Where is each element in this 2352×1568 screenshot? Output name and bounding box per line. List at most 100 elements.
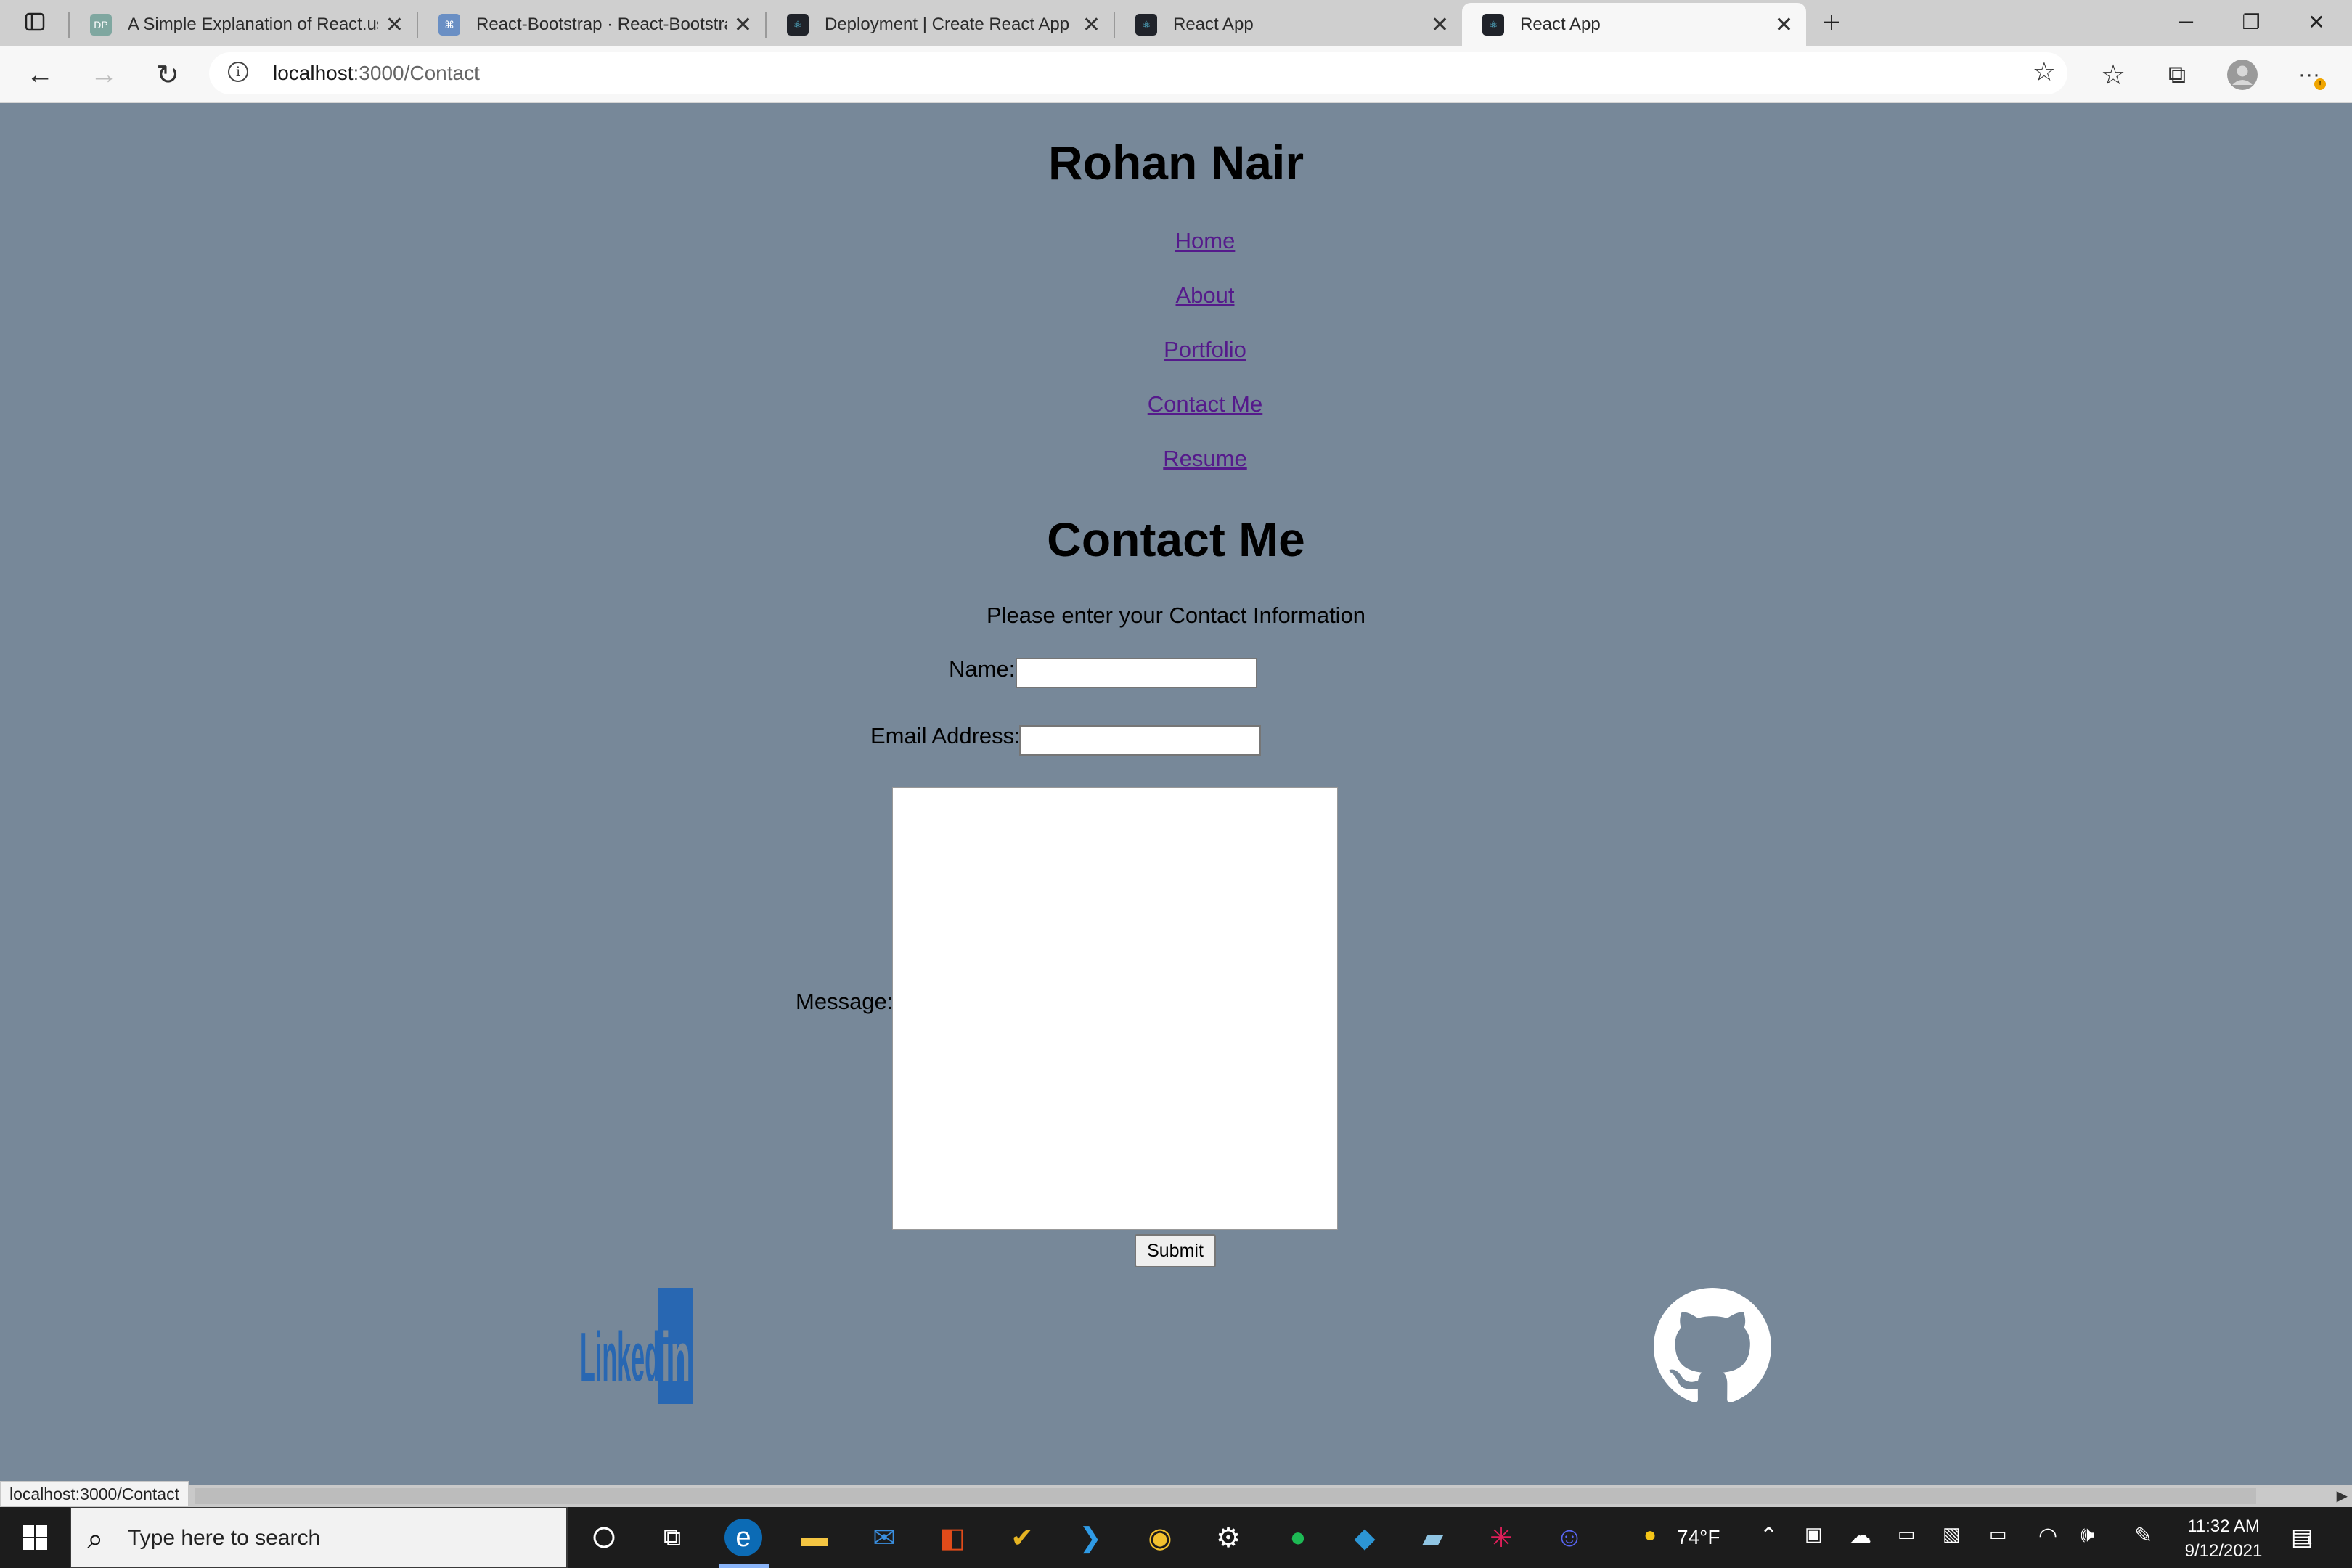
- search-placeholder: Type here to search: [128, 1526, 321, 1550]
- info-icon[interactable]: i: [228, 62, 248, 82]
- pen-icon[interactable]: ✎: [2134, 1523, 2152, 1548]
- tab-title: Deployment | Create React App: [825, 15, 1070, 34]
- add-favorite-icon[interactable]: ☆: [2033, 57, 2056, 87]
- notepad-icon[interactable]: ▰: [1413, 1517, 1453, 1558]
- taskbar-search[interactable]: ⌕ Type here to search: [70, 1507, 568, 1568]
- edge-icon[interactable]: e: [724, 1519, 762, 1556]
- tab-title: React App: [1173, 15, 1254, 34]
- clock-time: 11:32 AM: [2187, 1516, 2260, 1536]
- active-app-indicator: [719, 1564, 769, 1568]
- tab-strip: DP A Simple Explanation of React.us ✕ ⌘ …: [0, 0, 2352, 46]
- chrome-icon[interactable]: ◉: [1140, 1517, 1180, 1558]
- github-icon: [1654, 1288, 1771, 1403]
- submit-button[interactable]: Submit: [1135, 1234, 1216, 1267]
- close-tab-icon[interactable]: ✕: [734, 12, 752, 38]
- message-label: Message:: [796, 989, 894, 1014]
- nav-links: Home About Portfolio Contact Me Resume: [0, 228, 2352, 500]
- minimize-icon[interactable]: ─: [2153, 0, 2218, 44]
- svg-text:in: in: [661, 1318, 690, 1396]
- nav-link-portfolio[interactable]: Portfolio: [0, 337, 2352, 391]
- tab-4[interactable]: ⚛ React App ✕: [1115, 3, 1462, 46]
- refresh-icon[interactable]: ↻: [150, 57, 186, 93]
- weather-temp[interactable]: 74°F: [1677, 1526, 1720, 1549]
- meet-now-icon[interactable]: ▣: [1805, 1523, 1823, 1545]
- cortana-icon[interactable]: [584, 1517, 624, 1558]
- restore-icon[interactable]: ❐: [2218, 0, 2284, 44]
- search-icon: ⌕: [87, 1523, 104, 1555]
- close-tab-icon[interactable]: ✕: [1082, 12, 1101, 38]
- contact-heading: Contact Me: [1047, 513, 1305, 566]
- tab-title: React App: [1520, 15, 1601, 34]
- site-title: Rohan Nair: [1048, 136, 1304, 189]
- system-clock[interactable]: 11:32 AM 9/12/2021: [2162, 1514, 2285, 1564]
- contact-subtitle: Please enter your Contact Information: [986, 603, 1366, 628]
- windows-taskbar: ⌕ Type here to search ⧉ e ▬ ✉ ◧ ✔ ❯ ◉ ⚙ …: [0, 1507, 2352, 1568]
- tab-2[interactable]: ⌘ React-Bootstrap · React-Bootstra ✕: [418, 3, 765, 46]
- close-tab-icon[interactable]: ✕: [1775, 12, 1793, 38]
- email-input[interactable]: [1019, 725, 1261, 756]
- discord-icon[interactable]: ☺: [1549, 1517, 1590, 1558]
- chevron-up-icon[interactable]: ⌃: [1760, 1523, 1778, 1548]
- norton-icon[interactable]: ✔: [1002, 1517, 1042, 1558]
- battery-icon[interactable]: ▭: [1989, 1523, 2007, 1545]
- tab-5-active[interactable]: ⚛ React App ✕: [1462, 3, 1806, 46]
- mail-icon[interactable]: ✉: [864, 1517, 905, 1558]
- weather-sun-icon[interactable]: ●: [1643, 1523, 1657, 1548]
- clock-date: 9/12/2021: [2184, 1541, 2263, 1561]
- task-view-icon[interactable]: ⧉: [652, 1517, 693, 1558]
- scrollbar-thumb[interactable]: [195, 1488, 2256, 1504]
- address-bar[interactable]: i localhost:3000/Contact ☆: [209, 52, 2067, 94]
- file-explorer-icon[interactable]: ▬: [794, 1517, 835, 1558]
- close-tab-icon[interactable]: ✕: [385, 12, 404, 38]
- react-bootstrap-favicon: ⌘: [438, 14, 460, 36]
- settings-icon[interactable]: ⚙: [1208, 1517, 1249, 1558]
- svg-text:Linked: Linked: [580, 1318, 660, 1396]
- react-favicon: ⚛: [787, 14, 809, 36]
- email-label: Email Address:: [870, 723, 1021, 748]
- back-icon[interactable]: ←: [22, 57, 58, 93]
- forward-icon[interactable]: →: [86, 57, 122, 93]
- wifi-icon[interactable]: ◠: [2038, 1523, 2057, 1548]
- gitkraken-icon[interactable]: ◆: [1344, 1517, 1385, 1558]
- nav-link-home[interactable]: Home: [0, 228, 2352, 282]
- settings-more-icon[interactable]: ···!: [2291, 57, 2327, 93]
- horizontal-scrollbar[interactable]: ▶: [0, 1485, 2352, 1507]
- linkedin-icon: Linked in: [580, 1288, 693, 1404]
- spotify-icon[interactable]: ●: [1278, 1517, 1318, 1558]
- vscode-icon[interactable]: ❯: [1070, 1517, 1111, 1558]
- favorites-icon[interactable]: ☆: [2095, 57, 2131, 93]
- github-link[interactable]: [1654, 1288, 1771, 1405]
- react-favicon: ⚛: [1135, 14, 1157, 36]
- tab-3[interactable]: ⚛ Deployment | Create React App ✕: [767, 3, 1114, 46]
- office-icon[interactable]: ◧: [932, 1517, 973, 1558]
- tab-1[interactable]: DP A Simple Explanation of React.us ✕: [70, 3, 417, 46]
- react-favicon: ⚛: [1482, 14, 1504, 36]
- page-body: Rohan Nair Home About Portfolio Contact …: [0, 103, 2352, 1485]
- status-url: localhost:3000/Contact: [0, 1481, 189, 1507]
- linkedin-link[interactable]: Linked in: [577, 1288, 695, 1405]
- tab-title: React-Bootstrap · React-Bootstra: [476, 15, 727, 34]
- address-url[interactable]: localhost:3000/Contact: [273, 62, 480, 85]
- close-window-icon[interactable]: ✕: [2284, 0, 2349, 44]
- notifications-icon[interactable]: ▤ 1: [2291, 1523, 2313, 1551]
- name-input[interactable]: [1016, 658, 1257, 688]
- display-icon[interactable]: ▭: [1898, 1523, 1916, 1545]
- message-textarea[interactable]: [892, 787, 1338, 1230]
- nav-link-contact[interactable]: Contact Me: [0, 391, 2352, 446]
- scroll-right-icon[interactable]: ▶: [2337, 1485, 2348, 1507]
- onedrive-icon[interactable]: ☁: [1850, 1523, 1871, 1548]
- profile-avatar[interactable]: [2224, 57, 2261, 93]
- volume-icon[interactable]: 🕪: [2081, 1523, 2094, 1548]
- tab-actions-icon[interactable]: [0, 0, 70, 44]
- new-tab-icon[interactable]: ＋: [1799, 0, 1864, 44]
- browser-toolbar: ← → ↻ i localhost:3000/Contact ☆ ☆ ⧉ ···…: [0, 46, 2352, 103]
- dp-favicon: DP: [90, 14, 112, 36]
- windows-start-icon[interactable]: [0, 1507, 70, 1568]
- slack-icon[interactable]: ✳: [1481, 1517, 1522, 1558]
- collections-icon[interactable]: ⧉: [2159, 57, 2195, 93]
- nav-link-resume[interactable]: Resume: [0, 446, 2352, 500]
- close-tab-icon[interactable]: ✕: [1431, 12, 1449, 38]
- security-icon[interactable]: ▧: [1943, 1523, 1961, 1545]
- tab-title: A Simple Explanation of React.us: [128, 15, 378, 34]
- nav-link-about[interactable]: About: [0, 282, 2352, 337]
